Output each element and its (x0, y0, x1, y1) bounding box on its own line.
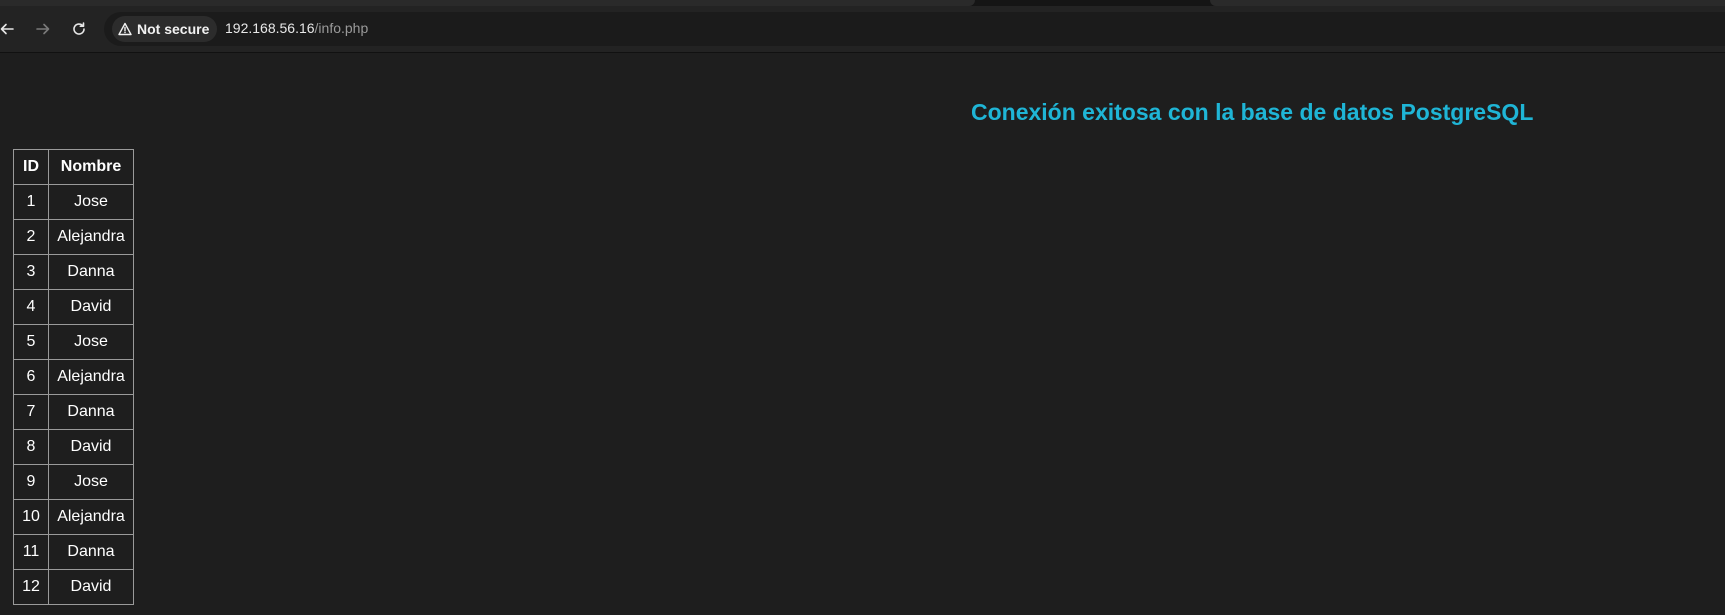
column-header-nombre: Nombre (48, 149, 134, 185)
security-indicator[interactable]: Not secure (112, 16, 218, 42)
cell-nombre: Danna (48, 254, 134, 290)
url-host: 192.168.56.16 (225, 20, 315, 36)
cell-id: 2 (13, 219, 49, 255)
warning-icon (118, 22, 132, 36)
cell-nombre: Danna (48, 534, 134, 570)
url-path: /info.php (314, 20, 369, 36)
cell-id: 11 (13, 534, 49, 570)
browser-toolbar: Not secure 192.168.56.16/info.php (0, 6, 1725, 53)
reload-button[interactable] (64, 14, 94, 44)
security-label: Not secure (137, 21, 210, 37)
table-row: 12 David (13, 569, 134, 605)
cell-id: 1 (13, 184, 49, 220)
cell-id: 12 (13, 569, 49, 605)
cell-id: 4 (13, 289, 49, 325)
back-button[interactable] (0, 14, 22, 44)
page-viewport: Conexión exitosa con la base de datos Po… (0, 53, 1725, 615)
cell-nombre: Alejandra (48, 219, 134, 255)
cell-id: 9 (13, 464, 49, 500)
cell-nombre: Jose (48, 184, 134, 220)
table-row: 9 Jose (13, 464, 134, 500)
table-row: 6 Alejandra (13, 359, 134, 395)
cell-nombre: David (48, 569, 134, 605)
cell-nombre: Jose (48, 324, 134, 360)
cell-id: 3 (13, 254, 49, 290)
reload-icon (73, 22, 85, 35)
users-table: ID Nombre 1 Jose 2 Alejandra 3 Danna 4 D… (13, 149, 134, 605)
cell-id: 6 (13, 359, 49, 395)
table-row: 5 Jose (13, 324, 134, 360)
address-bar[interactable]: Not secure 192.168.56.16/info.php (104, 12, 1725, 46)
cell-id: 7 (13, 394, 49, 430)
forward-button[interactable] (28, 14, 58, 44)
table-row: 10 Alejandra (13, 499, 134, 535)
url-text[interactable]: 192.168.56.16/info.php (225, 20, 368, 36)
cell-id: 8 (13, 429, 49, 465)
table-row: 3 Danna (13, 254, 134, 290)
cell-nombre: Jose (48, 464, 134, 500)
cell-nombre: Danna (48, 394, 134, 430)
table-row: 1 Jose (13, 184, 134, 220)
cell-id: 5 (13, 324, 49, 360)
back-arrow-icon (0, 23, 14, 35)
cell-nombre: Alejandra (48, 359, 134, 395)
forward-arrow-icon (36, 23, 50, 35)
cell-nombre: David (48, 289, 134, 325)
cell-nombre: David (48, 429, 134, 465)
table-row: 4 David (13, 289, 134, 325)
cell-id: 10 (13, 499, 49, 535)
column-header-id: ID (13, 149, 49, 185)
table-row: 11 Danna (13, 534, 134, 570)
table-header-row: ID Nombre (13, 149, 134, 185)
table-row: 8 David (13, 429, 134, 465)
page-heading: Conexión exitosa con la base de datos Po… (971, 99, 1534, 125)
browser-chrome: Not secure 192.168.56.16/info.php (0, 0, 1725, 53)
table-row: 2 Alejandra (13, 219, 134, 255)
table-row: 7 Danna (13, 394, 134, 430)
cell-nombre: Alejandra (48, 499, 134, 535)
